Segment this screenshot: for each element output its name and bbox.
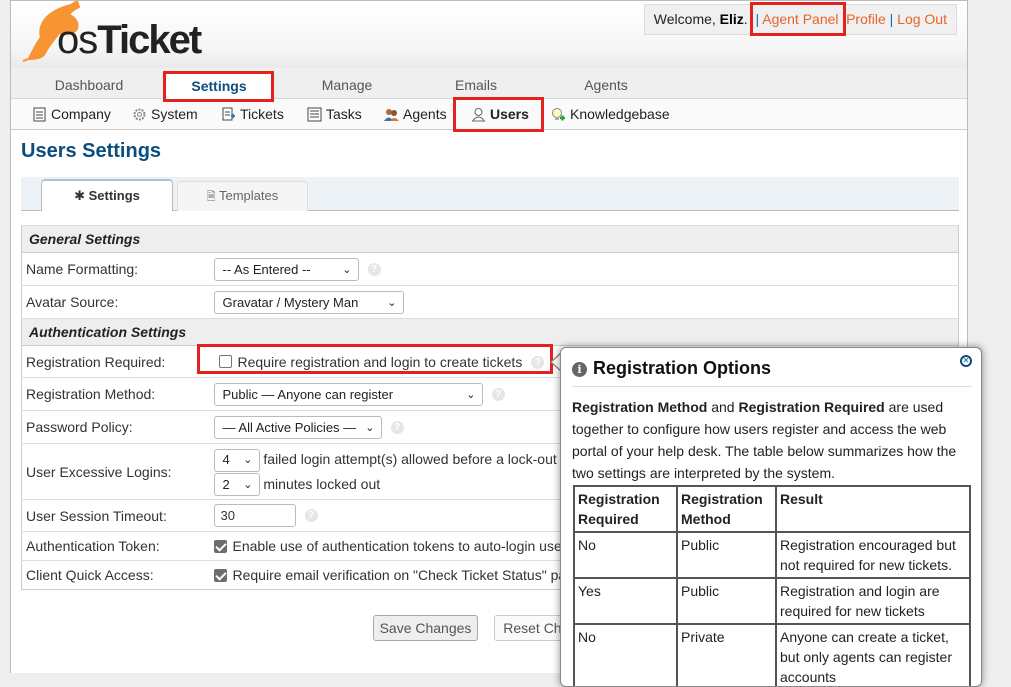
tab-manage[interactable]: Manage: [281, 71, 413, 99]
registration-required-checkbox[interactable]: [218, 355, 232, 369]
welcome-text: Welcome,: [653, 11, 720, 27]
password-policy-select[interactable]: — All Active Policies — ⌄: [213, 415, 382, 439]
popup-title: i Registration Options: [572, 358, 771, 379]
registration-required-label: Registration Required:: [21, 345, 214, 378]
tab-agents[interactable]: Agents: [541, 71, 671, 99]
subnav-item-knowledgebase[interactable]: Knowledgebase: [551, 99, 670, 129]
registration-method-label: Registration Method:: [21, 377, 214, 411]
settings-tabs: ✱ Settings 🗎 Templates: [21, 177, 959, 211]
subnav-item-system[interactable]: System: [132, 99, 198, 129]
company-icon: [33, 107, 46, 122]
auth-token-text: Enable use of authentication tokens to a…: [232, 538, 574, 554]
table-header-row: Registration Required Registration Metho…: [573, 485, 971, 533]
subnav-item-tickets[interactable]: Tickets: [221, 99, 284, 129]
chevron-down-icon: ⌄: [243, 454, 253, 466]
asterisk-icon: ✱: [74, 188, 89, 203]
user-name: Eliz: [719, 11, 744, 27]
subnav-item-users[interactable]: Users: [471, 99, 529, 129]
knowledgebase-icon: [552, 107, 565, 121]
avatar-source-select[interactable]: Gravatar / Mystery Man ⌄: [213, 290, 404, 314]
tasks-icon: [307, 107, 322, 122]
osticket-logo[interactable]: osTicket: [19, 1, 229, 67]
help-icon[interactable]: ?: [491, 387, 505, 401]
name-formatting-select[interactable]: -- As Entered -- ⌄: [213, 257, 359, 281]
quick-access-text: Require email verification on "Check Tic…: [232, 567, 582, 583]
subnav-item-tasks[interactable]: Tasks: [307, 99, 362, 129]
lockout-minutes-text: minutes locked out: [263, 475, 381, 492]
lockout-minutes-select[interactable]: 2 ⌄: [213, 473, 260, 497]
close-icon[interactable]: ✕: [960, 355, 972, 367]
help-icon[interactable]: ?: [390, 420, 404, 434]
registration-method-select[interactable]: Public — Anyone can register ⌄: [213, 382, 483, 406]
tab-templates[interactable]: 🗎 Templates: [177, 181, 308, 211]
session-timeout-input[interactable]: 30: [213, 504, 296, 527]
chevron-down-icon: ⌄: [387, 296, 397, 309]
login-attempts-select[interactable]: 4 ⌄: [213, 448, 260, 472]
ticket-icon: [222, 107, 235, 121]
tab-emails[interactable]: Emails: [411, 71, 541, 99]
name-formatting-label: Name Formatting:: [21, 252, 214, 286]
registration-required-text: Require registration and login to create…: [237, 353, 523, 370]
table-row: Yes Public Registration and login are re…: [573, 577, 971, 625]
logo-wordmark: osTicket: [57, 18, 202, 62]
chevron-down-icon: ⌄: [243, 478, 253, 491]
chevron-down-icon: ⌄: [365, 421, 375, 434]
table-row: No Private Anyone can create a ticket, b…: [573, 623, 971, 686]
subnav-item-company[interactable]: Company: [32, 99, 111, 129]
tab-settings-page[interactable]: ✱ Settings: [41, 179, 173, 211]
popup-divider: [572, 386, 972, 387]
general-settings-header: General Settings: [21, 225, 959, 253]
quick-access-checkbox[interactable]: [213, 568, 227, 582]
quick-access-label: Client Quick Access:: [21, 560, 214, 590]
user-icon: [471, 107, 486, 122]
main-nav: Dashboard Settings Manage Emails Agents: [11, 68, 967, 100]
agent-panel-link[interactable]: Agent Panel: [762, 11, 838, 27]
auth-token-label: Authentication Token:: [21, 531, 214, 561]
profile-link[interactable]: Profile: [846, 11, 886, 27]
session-timeout-label: User Session Timeout:: [21, 499, 214, 532]
chevron-down-icon: ⌄: [342, 263, 352, 276]
sub-nav: Company System Tickets Tasks Agents User…: [11, 99, 967, 130]
registration-options-popup: i Registration Options ✕ Registration Met…: [560, 347, 982, 687]
authentication-settings-header: Authentication Settings: [21, 318, 959, 346]
save-changes-button[interactable]: Save Changes: [373, 615, 478, 641]
help-icon[interactable]: ?: [367, 262, 381, 276]
agents-icon: [384, 108, 399, 121]
help-icon[interactable]: ?: [304, 509, 318, 522]
avatar-source-label: Avatar Source:: [21, 285, 214, 319]
log-out-link[interactable]: Log Out: [897, 11, 947, 27]
info-icon: i: [572, 362, 587, 377]
subnav-item-agents[interactable]: Agents: [384, 99, 447, 129]
excessive-logins-label: User Excessive Logins:: [21, 443, 214, 500]
password-policy-label: Password Policy:: [21, 410, 214, 444]
auth-token-checkbox[interactable]: [213, 539, 227, 553]
tab-dashboard[interactable]: Dashboard: [21, 71, 157, 99]
page-title: Users Settings: [21, 140, 162, 162]
tab-settings[interactable]: Settings: [165, 71, 273, 100]
user-box: Welcome, Eliz. | Agent Panel |Profile | …: [643, 4, 957, 35]
help-icon[interactable]: ?: [531, 356, 545, 370]
header: osTicket Welcome, Eliz. | Agent Panel |P…: [11, 1, 967, 68]
table-row: No Public Registration encouraged but no…: [573, 531, 971, 579]
gear-icon: [133, 108, 146, 121]
popup-description: Registration Method and Registration Req…: [572, 399, 957, 481]
chevron-down-icon: ⌄: [466, 388, 476, 401]
registration-options-table: Registration Required Registration Metho…: [573, 485, 971, 686]
document-icon: 🗎: [206, 191, 216, 203]
